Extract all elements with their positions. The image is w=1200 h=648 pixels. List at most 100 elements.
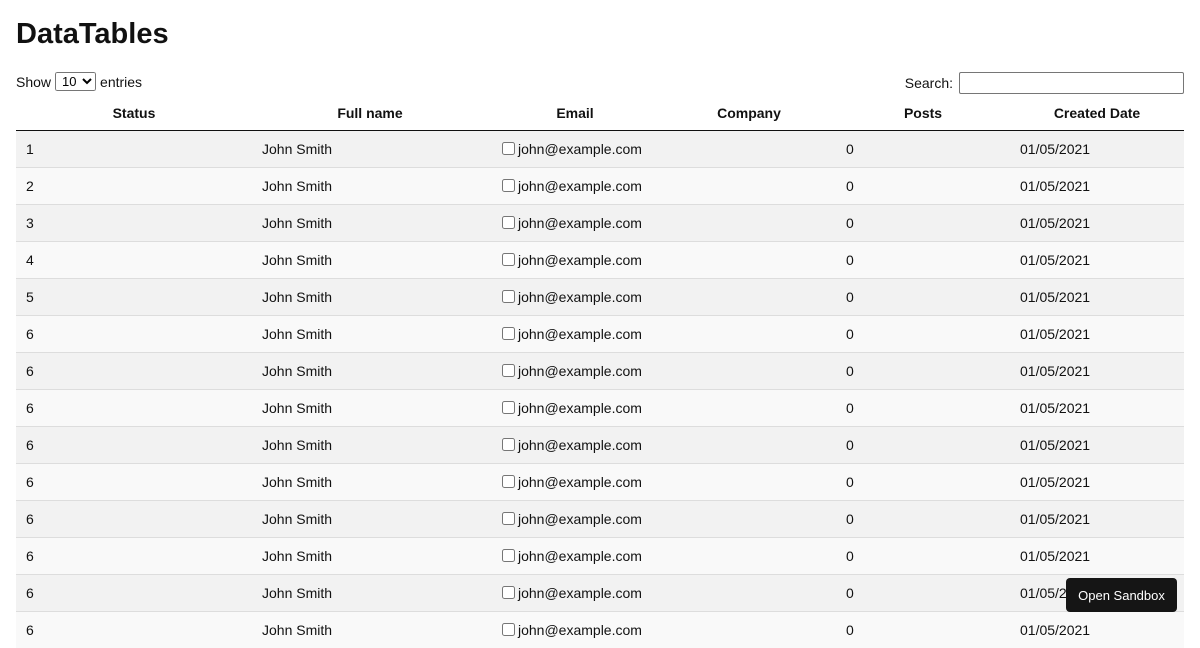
cell-posts: 0	[836, 131, 1010, 168]
cell-date: 01/05/2021	[1010, 427, 1184, 464]
header-row: StatusFull nameEmailCompanyPostsCreated …	[16, 96, 1184, 131]
cell-date: 01/05/2021	[1010, 538, 1184, 575]
column-header[interactable]: Email	[488, 96, 662, 131]
cell-company	[662, 131, 836, 168]
email-text: john@example.com	[518, 252, 642, 268]
cell-name: John Smith	[252, 168, 488, 205]
row-checkbox[interactable]	[502, 142, 515, 155]
cell-email: john@example.com	[488, 168, 662, 205]
column-header[interactable]: Posts	[836, 96, 1010, 131]
table-row: 6John Smithjohn@example.com001/05/2021	[16, 427, 1184, 464]
cell-email: john@example.com	[488, 464, 662, 501]
column-header[interactable]: Company	[662, 96, 836, 131]
cell-email: john@example.com	[488, 501, 662, 538]
cell-posts: 0	[836, 316, 1010, 353]
row-checkbox[interactable]	[502, 364, 515, 377]
cell-status: 3	[16, 205, 252, 242]
cell-date: 01/05/2021	[1010, 279, 1184, 316]
search-label: Search:	[905, 75, 953, 91]
cell-name: John Smith	[252, 131, 488, 168]
cell-status: 6	[16, 501, 252, 538]
data-table: StatusFull nameEmailCompanyPostsCreated …	[16, 96, 1184, 648]
cell-posts: 0	[836, 353, 1010, 390]
cell-date: 01/05/2021	[1010, 501, 1184, 538]
table-row: 6John Smithjohn@example.com001/05/2021	[16, 316, 1184, 353]
entries-select[interactable]: 10	[55, 72, 96, 91]
cell-company	[662, 575, 836, 612]
cell-status: 6	[16, 353, 252, 390]
row-checkbox[interactable]	[502, 475, 515, 488]
email-text: john@example.com	[518, 548, 642, 564]
email-text: john@example.com	[518, 363, 642, 379]
table-row: 2John Smithjohn@example.com001/05/2021	[16, 168, 1184, 205]
table-row: 6John Smithjohn@example.com001/05/2021	[16, 575, 1184, 612]
page-title: DataTables	[16, 18, 169, 51]
email-text: john@example.com	[518, 215, 642, 231]
column-header[interactable]: Status	[16, 96, 252, 131]
cell-email: john@example.com	[488, 427, 662, 464]
cell-company	[662, 316, 836, 353]
cell-email: john@example.com	[488, 316, 662, 353]
row-checkbox[interactable]	[502, 179, 515, 192]
cell-email: john@example.com	[488, 205, 662, 242]
cell-email: john@example.com	[488, 538, 662, 575]
email-text: john@example.com	[518, 585, 642, 601]
row-checkbox[interactable]	[502, 216, 515, 229]
row-checkbox[interactable]	[502, 586, 515, 599]
search-control: Search:	[905, 72, 1184, 94]
row-checkbox[interactable]	[502, 327, 515, 340]
cell-name: John Smith	[252, 427, 488, 464]
cell-name: John Smith	[252, 501, 488, 538]
column-header[interactable]: Created Date	[1010, 96, 1184, 131]
cell-company	[662, 205, 836, 242]
cell-company	[662, 538, 836, 575]
table-row: 6John Smithjohn@example.com001/05/2021	[16, 538, 1184, 575]
email-text: john@example.com	[518, 622, 642, 638]
row-checkbox[interactable]	[502, 438, 515, 451]
cell-date: 01/05/2021	[1010, 353, 1184, 390]
cell-name: John Smith	[252, 242, 488, 279]
table-row: 5John Smithjohn@example.com001/05/2021	[16, 279, 1184, 316]
row-checkbox[interactable]	[502, 290, 515, 303]
cell-posts: 0	[836, 427, 1010, 464]
cell-email: john@example.com	[488, 279, 662, 316]
cell-status: 6	[16, 316, 252, 353]
cell-date: 01/05/2021	[1010, 316, 1184, 353]
table-row: 6John Smithjohn@example.com001/05/2021	[16, 501, 1184, 538]
cell-date: 01/05/2021	[1010, 131, 1184, 168]
cell-date: 01/05/2021	[1010, 205, 1184, 242]
cell-posts: 0	[836, 575, 1010, 612]
row-checkbox[interactable]	[502, 549, 515, 562]
cell-company	[662, 353, 836, 390]
cell-email: john@example.com	[488, 131, 662, 168]
cell-posts: 0	[836, 205, 1010, 242]
cell-company	[662, 427, 836, 464]
cell-status: 6	[16, 575, 252, 612]
table-row: 3John Smith john@example.com 001/05/2021	[16, 205, 1184, 242]
row-checkbox[interactable]	[502, 512, 515, 525]
cell-company	[662, 168, 836, 205]
cell-posts: 0	[836, 168, 1010, 205]
row-checkbox[interactable]	[502, 401, 515, 414]
entries-label: entries	[100, 74, 142, 90]
cell-date: 01/05/2021	[1010, 464, 1184, 501]
row-checkbox[interactable]	[502, 253, 515, 266]
column-header[interactable]: Full name	[252, 96, 488, 131]
table-row: 6John Smithjohn@example.com001/05/2021	[16, 464, 1184, 501]
cell-status: 5	[16, 279, 252, 316]
cell-status: 1	[16, 131, 252, 168]
cell-company	[662, 390, 836, 427]
open-sandbox-button[interactable]: Open Sandbox	[1066, 578, 1177, 612]
search-input[interactable]	[959, 72, 1184, 94]
email-text: john@example.com	[518, 437, 642, 453]
cell-name: John Smith	[252, 205, 488, 242]
entries-length-control: Show 10 entries	[16, 72, 142, 91]
cell-posts: 0	[836, 390, 1010, 427]
email-text: john@example.com	[518, 511, 642, 527]
email-text: john@example.com	[518, 178, 642, 194]
table-row: 6John Smithjohn@example.com001/05/2021	[16, 390, 1184, 427]
cell-email: john@example.com	[488, 242, 662, 279]
cell-name: John Smith	[252, 575, 488, 612]
email-text: john@example.com	[518, 289, 642, 305]
email-text: john@example.com	[518, 400, 642, 416]
